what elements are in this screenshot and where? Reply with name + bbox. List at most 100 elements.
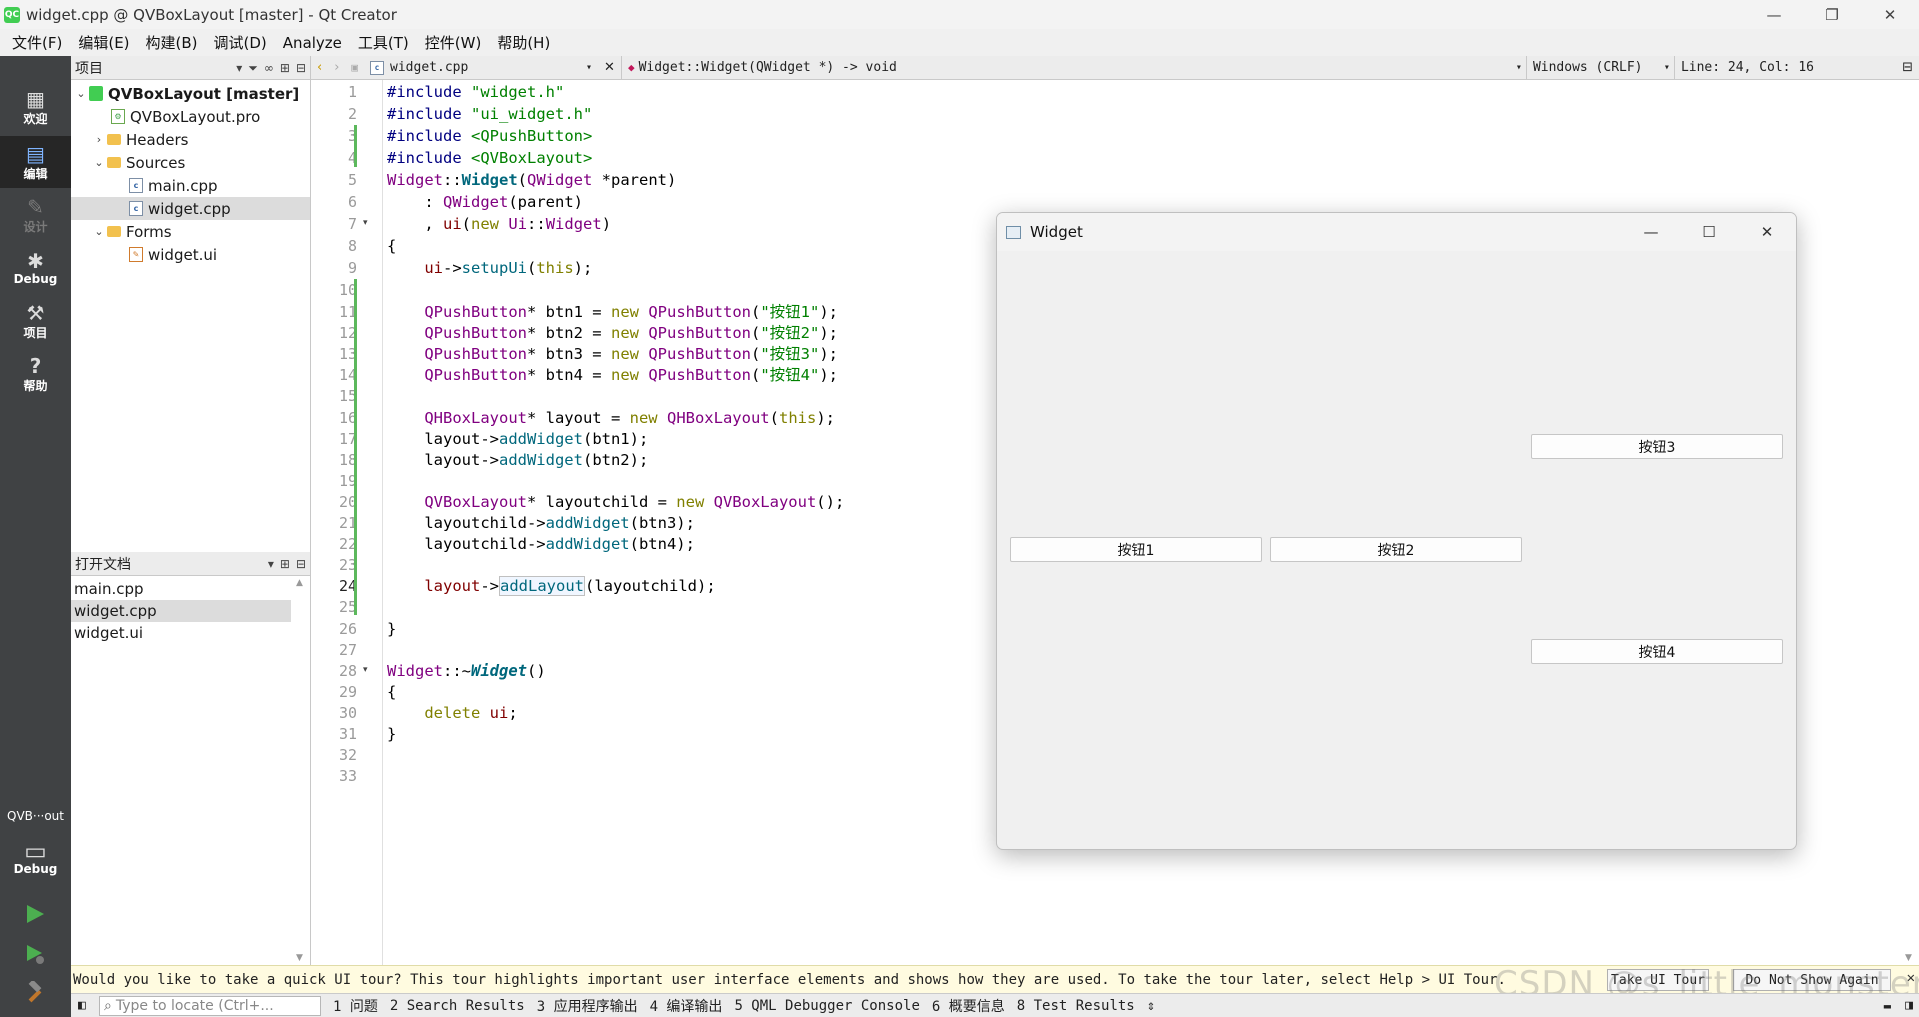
menu-tools[interactable]: 工具(T): [350, 32, 417, 53]
project-panel-title[interactable]: 项目: [75, 58, 103, 78]
build-button[interactable]: [20, 977, 50, 1007]
minimize-button[interactable]: —: [1745, 0, 1803, 29]
code-line[interactable]: layoutchild->addWidget(btn3);: [387, 512, 695, 534]
tree-item-widget-ui[interactable]: ✎ widget.ui: [71, 243, 310, 266]
code-line[interactable]: layoutchild->addWidget(btn4);: [387, 533, 695, 555]
push-button-4[interactable]: 按钮4: [1531, 639, 1783, 664]
scroll-up-icon[interactable]: ▲: [296, 578, 303, 588]
mode-projects[interactable]: ⚒ 项目: [0, 295, 71, 347]
output-pane-general-messages[interactable]: 6 概要信息: [932, 996, 1005, 1016]
scroll-down-icon[interactable]: ▼: [1905, 953, 1912, 963]
output-pane-compile-output[interactable]: 4 编译输出: [650, 996, 723, 1016]
code-line[interactable]: QVBoxLayout* layoutchild = new QVBoxLayo…: [387, 491, 844, 513]
open-doc-item[interactable]: widget.ui: [71, 622, 291, 644]
dropdown-arrow-icon[interactable]: ▾: [268, 557, 274, 571]
close-button[interactable]: ✕: [1861, 0, 1919, 29]
locator-input[interactable]: ⌕ Type to locate (Ctrl+...: [99, 995, 321, 1016]
push-button-1[interactable]: 按钮1: [1010, 537, 1262, 562]
open-doc-item[interactable]: widget.cpp: [71, 600, 291, 622]
widget-close-button[interactable]: ✕: [1738, 213, 1796, 251]
code-line[interactable]: #include "ui_widget.h": [387, 103, 592, 125]
restore-button[interactable]: ❐: [1803, 0, 1861, 29]
code-line[interactable]: #include "widget.h": [387, 81, 564, 103]
more-panes-icon[interactable]: ⇕: [1147, 998, 1155, 1014]
filter-icon[interactable]: ⏷: [248, 61, 258, 76]
tree-item-headers[interactable]: › Headers: [71, 128, 310, 151]
open-doc-item[interactable]: main.cpp: [71, 578, 291, 600]
chevron-down-icon[interactable]: ⌄: [91, 156, 107, 169]
output-pane-application-output[interactable]: 3 应用程序输出: [537, 996, 638, 1016]
back-arrow-icon[interactable]: ‹: [311, 56, 328, 80]
fold-arrow-icon[interactable]: ▾: [363, 665, 368, 675]
editor-scrollbar[interactable]: ▼: [1905, 80, 1919, 965]
code-line[interactable]: Widget::~Widget(): [387, 660, 546, 682]
code-line[interactable]: : QWidget(parent): [387, 191, 583, 213]
code-line[interactable]: #include <QPushButton>: [387, 125, 592, 147]
mode-help[interactable]: ? 帮助: [0, 348, 71, 400]
scroll-down-icon[interactable]: ▼: [296, 953, 303, 963]
tree-item-forms[interactable]: ⌄ Forms: [71, 220, 310, 243]
fold-arrow-icon[interactable]: ▾: [363, 218, 368, 228]
progress-details-icon[interactable]: ▬: [1884, 999, 1891, 1013]
chevron-down-icon[interactable]: ⌄: [91, 225, 107, 238]
link-icon[interactable]: ∞: [264, 61, 274, 75]
mode-welcome[interactable]: ▦ 欢迎: [0, 81, 71, 133]
line-endings-selector[interactable]: Windows (CRLF) ▾: [1525, 55, 1674, 80]
menu-file[interactable]: 文件(F): [4, 32, 70, 53]
mode-edit[interactable]: ▤ 编辑: [0, 136, 71, 188]
code-line[interactable]: }: [387, 723, 396, 745]
close-panel-icon[interactable]: ⊟: [296, 557, 306, 571]
output-pane-test-results[interactable]: 8 Test Results: [1017, 998, 1135, 1014]
code-line[interactable]: #include <QVBoxLayout>: [387, 147, 592, 169]
code-line[interactable]: Widget::Widget(QWidget *parent): [387, 169, 676, 191]
menu-analyze[interactable]: Analyze: [275, 34, 350, 52]
output-pane-search-results[interactable]: 2 Search Results: [390, 998, 525, 1014]
code-line[interactable]: layout->addWidget(btn1);: [387, 428, 648, 450]
code-line[interactable]: delete ui;: [387, 702, 517, 724]
menu-build[interactable]: 构建(B): [138, 32, 206, 53]
output-pane-issues[interactable]: 1 问题: [333, 996, 378, 1016]
menu-edit[interactable]: 编辑(E): [70, 32, 137, 53]
widget-maximize-button[interactable]: ☐: [1680, 213, 1738, 251]
code-line[interactable]: QPushButton* btn4 = new QPushButton("按钮4…: [387, 364, 838, 386]
menu-controls[interactable]: 控件(W): [417, 32, 490, 53]
widget-minimize-button[interactable]: —: [1622, 213, 1680, 251]
code-line[interactable]: ui->setupUi(this);: [387, 257, 592, 279]
split-editor-icon[interactable]: ⊟: [1896, 56, 1919, 80]
code-line[interactable]: QHBoxLayout* layout = new QHBoxLayout(th…: [387, 407, 835, 429]
code-line[interactable]: }: [387, 618, 396, 640]
run-button[interactable]: [20, 899, 50, 929]
toggle-sidebar-icon[interactable]: ◧: [78, 998, 86, 1013]
code-line[interactable]: QPushButton* btn3 = new QPushButton("按钮3…: [387, 343, 838, 365]
code-line[interactable]: , ui(new Ui::Widget): [387, 213, 611, 235]
tree-item-main-cpp[interactable]: c main.cpp: [71, 174, 310, 197]
close-panel-icon[interactable]: ⊟: [296, 61, 306, 75]
push-button-2[interactable]: 按钮2: [1270, 537, 1522, 562]
chevron-down-icon[interactable]: ⌄: [73, 87, 89, 100]
mode-design[interactable]: ✎ 设计: [0, 189, 71, 241]
file-selector[interactable]: c widget.cpp ▾: [364, 56, 598, 80]
code-line[interactable]: QPushButton* btn2 = new QPushButton("按钮2…: [387, 322, 838, 344]
code-line[interactable]: layout->addWidget(btn2);: [387, 449, 648, 471]
close-document-icon[interactable]: ✕: [598, 56, 621, 80]
split-icon[interactable]: ⊞: [280, 557, 290, 571]
debug-run-button[interactable]: [20, 939, 50, 969]
tree-item-widget-cpp[interactable]: c widget.cpp: [71, 197, 310, 220]
code-line[interactable]: {: [387, 681, 396, 703]
menu-debug[interactable]: 调试(D): [206, 32, 275, 53]
code-line[interactable]: {: [387, 235, 396, 257]
open-documents-scrollbar[interactable]: ▲ ▼: [296, 578, 308, 965]
dropdown-arrow-icon[interactable]: ▾: [236, 61, 242, 75]
menu-help[interactable]: 帮助(H): [489, 32, 558, 53]
code-line[interactable]: layout->addLayout(layoutchild);: [387, 575, 716, 597]
kit-selector[interactable]: ▭ Debug: [0, 828, 71, 888]
chevron-right-icon[interactable]: ›: [91, 133, 107, 146]
code-line[interactable]: QPushButton* btn1 = new QPushButton("按钮1…: [387, 301, 838, 323]
tree-item-pro-file[interactable]: ⚙ QVBoxLayout.pro: [71, 105, 310, 128]
tree-item-sources[interactable]: ⌄ Sources: [71, 151, 310, 174]
cursor-position[interactable]: Line: 24, Col: 16: [1673, 55, 1820, 80]
toggle-right-sidebar-icon[interactable]: ◨: [1905, 998, 1913, 1013]
output-pane-qml-debugger[interactable]: 5 QML Debugger Console: [734, 998, 919, 1014]
forward-arrow-icon[interactable]: ›: [328, 56, 345, 80]
push-button-3[interactable]: 按钮3: [1531, 434, 1783, 459]
